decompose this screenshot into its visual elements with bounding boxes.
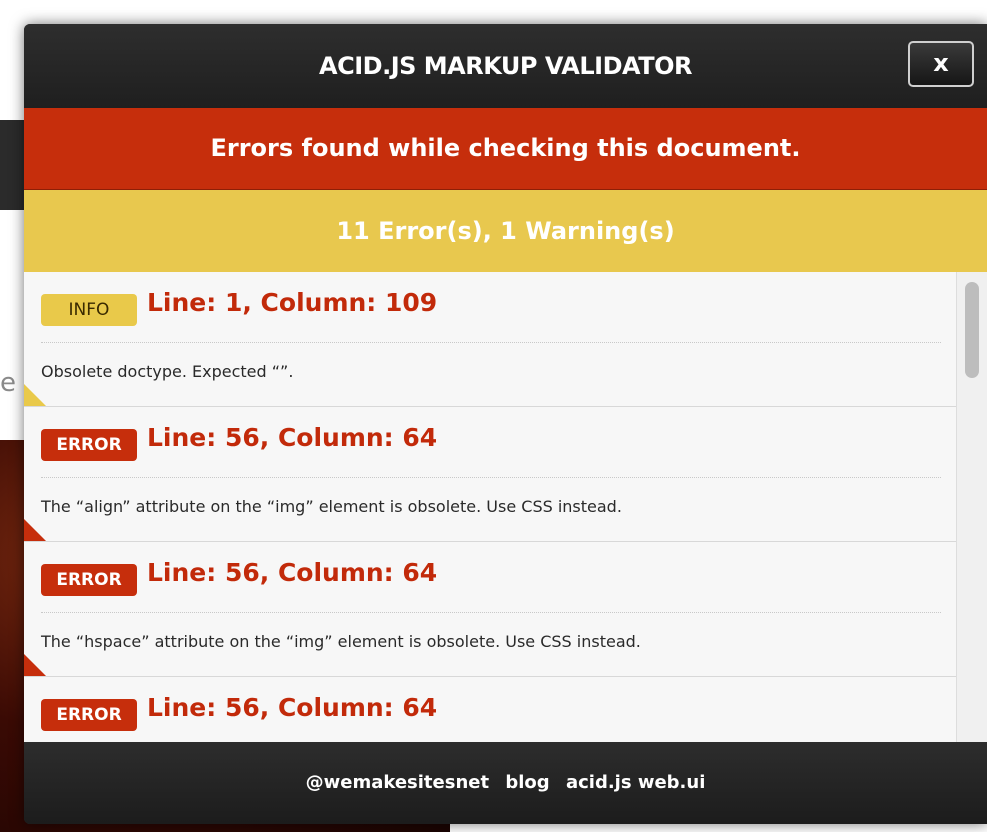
- error-banner: Errors found while checking this documen…: [24, 108, 987, 190]
- result-location: Line: 56, Column: 64: [147, 693, 438, 722]
- footer-link-blog[interactable]: blog: [505, 772, 549, 793]
- error-badge: ERROR: [41, 699, 137, 731]
- results-scrollbar[interactable]: [956, 272, 987, 742]
- error-badge: ERROR: [41, 429, 137, 461]
- result-divider: [41, 477, 941, 478]
- result-message: Obsolete doctype. Expected “”.: [41, 362, 294, 381]
- validator-dialog: ACID.JS MARKUP VALIDATOR x Errors found …: [24, 24, 987, 824]
- info-badge: INFO: [41, 294, 137, 326]
- corner-marker: [24, 519, 46, 541]
- corner-marker: [24, 654, 46, 676]
- error-badge: ERROR: [41, 564, 137, 596]
- results-panel[interactable]: INFO Line: 1, Column: 109 Obsolete docty…: [24, 272, 987, 742]
- result-item: ERROR Line: 56, Column: 64 The “hspace” …: [24, 542, 956, 677]
- result-divider: [41, 612, 941, 613]
- result-location: Line: 56, Column: 64: [147, 423, 438, 452]
- result-location: Line: 56, Column: 64: [147, 558, 438, 587]
- result-location: Line: 1, Column: 109: [147, 288, 438, 317]
- result-message: The “align” attribute on the “img” eleme…: [41, 497, 622, 516]
- summary-bar: 11 Error(s), 1 Warning(s): [24, 190, 987, 272]
- result-message: The “hspace” attribute on the “img” elem…: [41, 632, 641, 651]
- result-item: INFO Line: 1, Column: 109 Obsolete docty…: [24, 272, 956, 407]
- dialog-titlebar: ACID.JS MARKUP VALIDATOR x: [24, 24, 987, 108]
- result-item: ERROR Line: 56, Column: 64 The “align” a…: [24, 407, 956, 542]
- footer-links: @wemakesitesnet blog acid.js web.ui: [24, 742, 987, 824]
- footer-link-twitter[interactable]: @wemakesitesnet: [306, 772, 489, 793]
- result-item: ERROR Line: 56, Column: 64: [24, 677, 956, 742]
- results-list: INFO Line: 1, Column: 109 Obsolete docty…: [24, 272, 956, 742]
- corner-marker: [24, 384, 46, 406]
- dialog-title: ACID.JS MARKUP VALIDATOR: [319, 52, 692, 80]
- close-button[interactable]: x: [908, 41, 974, 87]
- footer-link-acidjs[interactable]: acid.js web.ui: [566, 772, 705, 793]
- summary-text: 11 Error(s), 1 Warning(s): [336, 217, 675, 245]
- result-divider: [41, 342, 941, 343]
- error-banner-text: Errors found while checking this documen…: [210, 134, 801, 162]
- scrollbar-thumb[interactable]: [965, 282, 979, 378]
- dialog-footer: @wemakesitesnet blog acid.js web.ui: [24, 742, 987, 824]
